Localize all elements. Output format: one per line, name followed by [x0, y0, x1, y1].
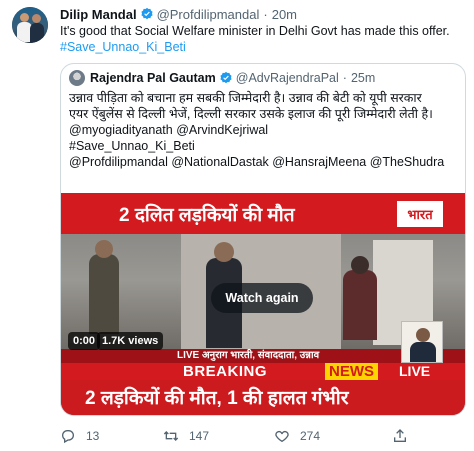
retweet-icon: [163, 431, 179, 441]
video-player[interactable]: 2 दलित लड़कियों की मौत भारत Watch again …: [61, 193, 465, 415]
quoted-author-name[interactable]: Rajendra Pal Gautam: [90, 71, 216, 85]
reply-button[interactable]: 13: [60, 428, 99, 444]
breaking-label: BREAKING: [183, 363, 268, 380]
watch-again-button[interactable]: Watch again: [211, 283, 313, 313]
reporter-inset: [401, 321, 443, 363]
share-icon: [394, 429, 406, 442]
ticker-text: 2 लड़कियों की मौत, 1 की हालत गंभीर: [85, 388, 349, 409]
video-duration-badge: 0:00: [68, 332, 101, 350]
reply-count: 13: [86, 429, 100, 443]
live-label: LIVE: [399, 363, 431, 379]
quoted-mentions: @myogiadityanath @ArvindKejriwal: [69, 123, 269, 137]
quoted-tweet-header: Rajendra Pal Gautam @AdvRajendraPal · 25…: [69, 70, 375, 86]
verified-badge-icon: [141, 7, 153, 20]
tweet-text-line: It's good that Social Welfare minister i…: [60, 24, 450, 38]
quoted-hashtag: #Save_Unnao_Ki_Beti: [69, 139, 195, 153]
separator: ·: [342, 71, 347, 85]
retweet-count: 147: [189, 429, 210, 443]
video-headline: 2 दलित लड़कियों की मौत: [119, 205, 295, 226]
separator: ·: [263, 6, 268, 22]
tweet-header: Dilip Mandal @Profdilipmandal · 20m: [60, 6, 297, 22]
live-strip-text: LIVE अनुराग भारती, संवाददाता, उन्नाव: [177, 350, 320, 361]
retweet-button[interactable]: 147: [163, 428, 209, 444]
channel-logo: भारत: [395, 199, 445, 229]
tweet-time[interactable]: 20m: [272, 7, 297, 22]
heart-icon: [275, 430, 289, 443]
news-label: NEWS: [325, 363, 378, 380]
author-name[interactable]: Dilip Mandal: [60, 7, 137, 22]
tweet-text: It's good that Social Welfare minister i…: [60, 23, 460, 55]
video-top-banner: 2 दलित लड़कियों की मौत भारत: [61, 193, 465, 234]
video-breaking-bar: BREAKING NEWS LIVE: [61, 363, 465, 380]
tweet[interactable]: Dilip Mandal @Profdilipmandal · 20m It's…: [0, 0, 474, 451]
author-handle[interactable]: @Profdilipmandal: [157, 7, 260, 22]
quoted-author-handle[interactable]: @AdvRajendraPal: [236, 71, 339, 85]
quoted-tweet-time[interactable]: 25m: [351, 71, 375, 85]
quoted-mentions: @Profdilipmandal @NationalDastak @Hansra…: [69, 155, 445, 169]
quoted-author-avatar[interactable]: [69, 70, 85, 86]
video-ticker: 2 लड़कियों की मौत, 1 की हालत गंभीर: [61, 380, 465, 415]
quoted-text-line: एयर ऐंबुलेंस से दिल्ली भेजें, दिल्ली सरक…: [69, 107, 433, 121]
author-avatar[interactable]: [12, 7, 48, 43]
like-button[interactable]: 274: [274, 428, 320, 444]
video-views-badge: 1.7K views: [97, 332, 164, 350]
like-count: 274: [300, 429, 321, 443]
hashtag-link[interactable]: #Save_Unnao_Ki_Beti: [60, 39, 460, 55]
reply-icon: [61, 430, 74, 444]
tweet-actions: 13 147 274: [60, 428, 460, 446]
quoted-text-line: उन्नाव पीड़िता को बचाना हम सबकी जिम्मेदा…: [69, 91, 422, 105]
verified-badge-icon: [220, 71, 232, 84]
quoted-tweet-text: उन्नाव पीड़िता को बचाना हम सबकी जिम्मेदा…: [69, 90, 461, 170]
quoted-tweet[interactable]: Rajendra Pal Gautam @AdvRajendraPal · 25…: [60, 63, 466, 416]
share-button[interactable]: [392, 428, 418, 444]
